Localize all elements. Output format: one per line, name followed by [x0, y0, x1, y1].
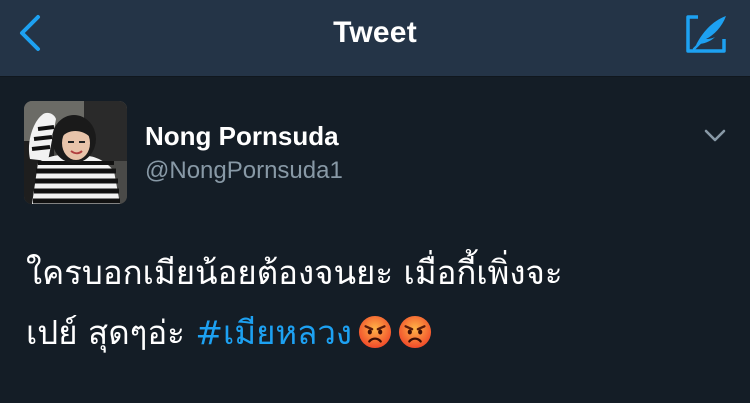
- angry-face-icon: [358, 315, 392, 349]
- tweet-text-line-1: ใครบอกเมียน้อยต้องจนยะ เมื่อกี้เพิ่งจะ: [26, 253, 563, 292]
- user-handle[interactable]: @NongPornsuda1: [145, 157, 343, 185]
- tweet-text: ใครบอกเมียน้อยต้องจนยะ เมื่อกี้เพิ่งจะ เ…: [26, 243, 726, 363]
- tweet-detail-screen: Tweet Nong Pornsuda @NongPornsuda1 ใครบอ…: [0, 0, 750, 403]
- tweet: Nong Pornsuda @NongPornsuda1 ใครบอกเมียน…: [0, 77, 750, 403]
- compose-quill-icon: [686, 15, 726, 53]
- avatar[interactable]: [24, 101, 127, 204]
- compose-button[interactable]: [682, 10, 732, 58]
- page-title: Tweet: [333, 16, 417, 49]
- chevron-down-icon: [704, 129, 726, 142]
- navigation-bar: Tweet: [0, 0, 750, 77]
- hashtag-link[interactable]: #เมียหลวง: [195, 313, 352, 352]
- tweet-text-plain: เปย์ สุดๆอ่ะ: [26, 313, 196, 352]
- angry-face-icon: [398, 315, 432, 349]
- tweet-metadata-cutoff: [24, 397, 724, 403]
- user-name[interactable]: Nong Pornsuda: [145, 121, 339, 152]
- tweet-text-line-2: เปย์ สุดๆอ่ะ #เมียหลวง: [26, 303, 726, 363]
- tweet-options-button[interactable]: [700, 121, 730, 151]
- avatar-photo: [24, 101, 127, 204]
